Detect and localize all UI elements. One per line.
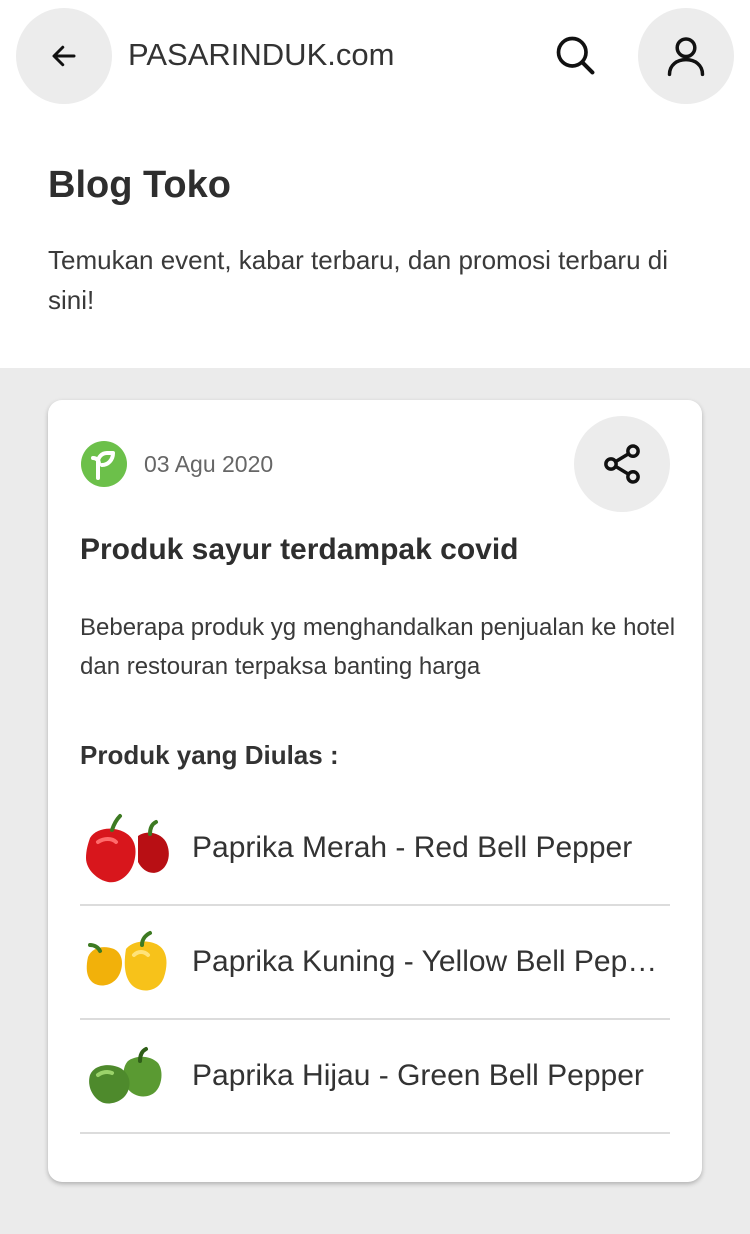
top-app-bar: PASARINDUK.com xyxy=(0,0,750,112)
search-icon xyxy=(556,36,595,75)
blog-header: Blog Toko Temukan event, kabar terbaru, … xyxy=(0,112,750,368)
post-date: 03 Agu 2020 xyxy=(144,451,274,477)
store-logo-icon xyxy=(80,440,128,488)
product-item-red-pepper[interactable]: Paprika Merah - Red Bell Pepper xyxy=(80,792,670,906)
reviewed-product-list: Paprika Merah - Red Bell Pepper Paprika … xyxy=(80,792,670,1134)
green-pepper-image xyxy=(80,1028,176,1124)
reviewed-products-label: Produk yang Diulas : xyxy=(80,740,339,770)
post-title[interactable]: Produk sayur terdampak covid xyxy=(80,530,519,570)
back-button[interactable] xyxy=(16,8,112,104)
share-button[interactable] xyxy=(574,416,670,512)
post-excerpt: Beberapa produk yg menghandalkan penjual… xyxy=(80,614,676,680)
page-title: Blog Toko xyxy=(48,164,231,206)
product-item-green-pepper[interactable]: Paprika Hijau - Green Bell Pepper xyxy=(80,1020,670,1134)
profile-button[interactable] xyxy=(638,8,734,104)
product-name[interactable]: Paprika Kuning - Yellow Bell Pepper xyxy=(192,943,670,981)
user-icon xyxy=(667,37,705,77)
page-subtitle: Temukan event, kabar terbaru, dan promos… xyxy=(48,245,669,315)
yellow-pepper-image xyxy=(80,914,176,1010)
search-button[interactable] xyxy=(540,20,610,90)
product-name[interactable]: Paprika Merah - Red Bell Pepper xyxy=(192,829,670,867)
product-item-yellow-pepper[interactable]: Paprika Kuning - Yellow Bell Pepper xyxy=(80,906,670,1020)
product-name[interactable]: Paprika Hijau - Green Bell Pepper xyxy=(192,1057,670,1095)
share-icon xyxy=(604,444,640,484)
red-pepper-image xyxy=(80,800,176,896)
blog-post-card[interactable]: 03 Agu 2020 Produk sayur terdampak covid… xyxy=(48,400,702,1182)
arrow-left-icon xyxy=(52,45,76,67)
site-title[interactable]: PASARINDUK.com xyxy=(128,36,394,74)
